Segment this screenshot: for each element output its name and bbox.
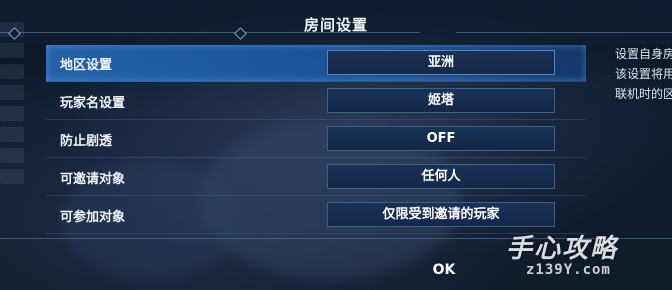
help-line: 设置自身房: [615, 47, 672, 61]
dialog-header: 房间设置: [0, 10, 672, 40]
setting-row-invite-targets[interactable]: 可邀请对象 任何人: [46, 159, 586, 196]
watermark-site: z139Y.com: [526, 262, 611, 278]
settings-list: 地区设置 亚洲 玩家名设置 姬塔 防止剧透 OFF 可邀请对象 任何人 可参加对…: [46, 45, 586, 235]
player-name-value-selector[interactable]: 姬塔: [327, 88, 555, 113]
setting-row-region[interactable]: 地区设置 亚洲: [46, 45, 586, 82]
help-description: 设置自身房 该设置将用 联机时的区: [615, 44, 672, 104]
help-line: 该设置将用: [615, 67, 672, 81]
dialog-title: 房间设置: [303, 16, 368, 34]
setting-row-player-name[interactable]: 玩家名设置 姬塔: [46, 83, 586, 120]
setting-label: 玩家名设置: [60, 96, 126, 111]
region-value-selector[interactable]: 亚洲: [327, 50, 555, 75]
setting-row-spoiler-guard[interactable]: 防止剧透 OFF: [46, 121, 586, 158]
spoiler-guard-value-selector[interactable]: OFF: [327, 126, 555, 151]
setting-label: 可邀请对象: [60, 172, 126, 187]
setting-label: 可参加对象: [60, 210, 126, 225]
site-watermark-logo: 手心攻略 z139Y.com: [506, 228, 666, 286]
help-line: 联机时的区: [615, 87, 672, 101]
watermark-brand: 手心攻略: [506, 234, 619, 264]
setting-row-join-targets[interactable]: 可参加对象 仅限受到邀请的玩家: [46, 197, 586, 234]
join-targets-value-selector[interactable]: 仅限受到邀请的玩家: [327, 202, 555, 227]
setting-label: 防止剧透: [60, 134, 113, 149]
invite-targets-value-selector[interactable]: 任何人: [327, 164, 555, 189]
setting-label: 地区设置: [60, 58, 113, 73]
background-menu-ghost: [0, 22, 24, 222]
ok-button[interactable]: OK: [420, 262, 468, 284]
